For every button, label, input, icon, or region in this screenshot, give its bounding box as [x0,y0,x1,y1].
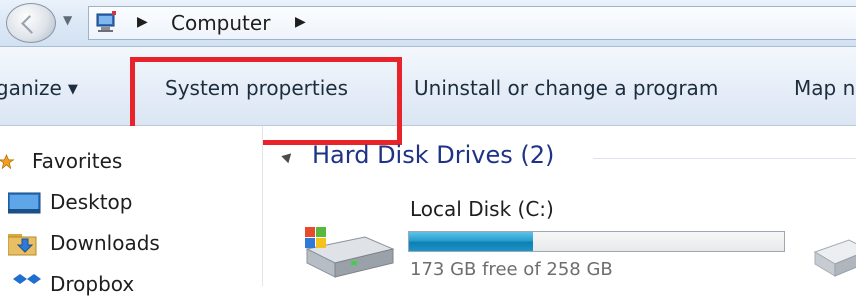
computer-icon [96,11,116,32]
chevron-down-icon: ▼ [67,82,78,97]
breadcrumb-computer[interactable]: Computer [171,11,270,35]
address-bar: ▼ ▶ Computer ▶ [0,0,856,47]
sidebar-item-label: Favorites [32,149,123,173]
sidebar-item-label: Dropbox [50,272,135,296]
breadcrumb-separator-icon[interactable]: ▶ [137,14,148,30]
sidebar-item-label: Desktop [50,190,133,214]
organize-label: rganize [0,76,62,100]
breadcrumb[interactable]: ▶ Computer ▶ [88,6,856,40]
map-network-drive-button[interactable]: Map n [794,76,855,100]
group-divider [593,158,856,159]
uninstall-program-button[interactable]: Uninstall or change a program [414,76,718,100]
sidebar-item-label: Downloads [50,231,160,255]
collapse-triangle-icon[interactable] [281,149,295,164]
breadcrumb-separator-icon[interactable]: ▶ [295,14,306,30]
drive-usage-bar [408,231,785,252]
drive-usage-fill [409,232,533,251]
content-pane: Hard Disk Drives (2) Local Disk (C:) 173… [263,126,856,286]
system-properties-button[interactable]: System properties [165,76,348,100]
hard-drive-icon[interactable] [809,222,856,278]
star-icon [0,154,15,170]
hard-drive-icon[interactable] [301,219,397,281]
drive-free-space: 173 GB free of 258 GB [410,259,613,280]
command-toolbar: rganize ▼ System properties Uninstall or … [0,47,856,126]
dropbox-icon [13,274,41,284]
navigation-pane: Favorites Desktop Downloads Dropbox [0,126,263,296]
group-header-hard-disk-drives[interactable]: Hard Disk Drives (2) [312,141,554,169]
downloads-folder-icon [8,234,37,256]
organize-button[interactable]: rganize ▼ [0,76,78,100]
desktop-folder-icon [8,192,41,214]
recent-pages-dropdown-icon[interactable]: ▼ [63,13,72,27]
drive-name[interactable]: Local Disk (C:) [410,197,554,221]
back-button[interactable] [6,3,56,43]
